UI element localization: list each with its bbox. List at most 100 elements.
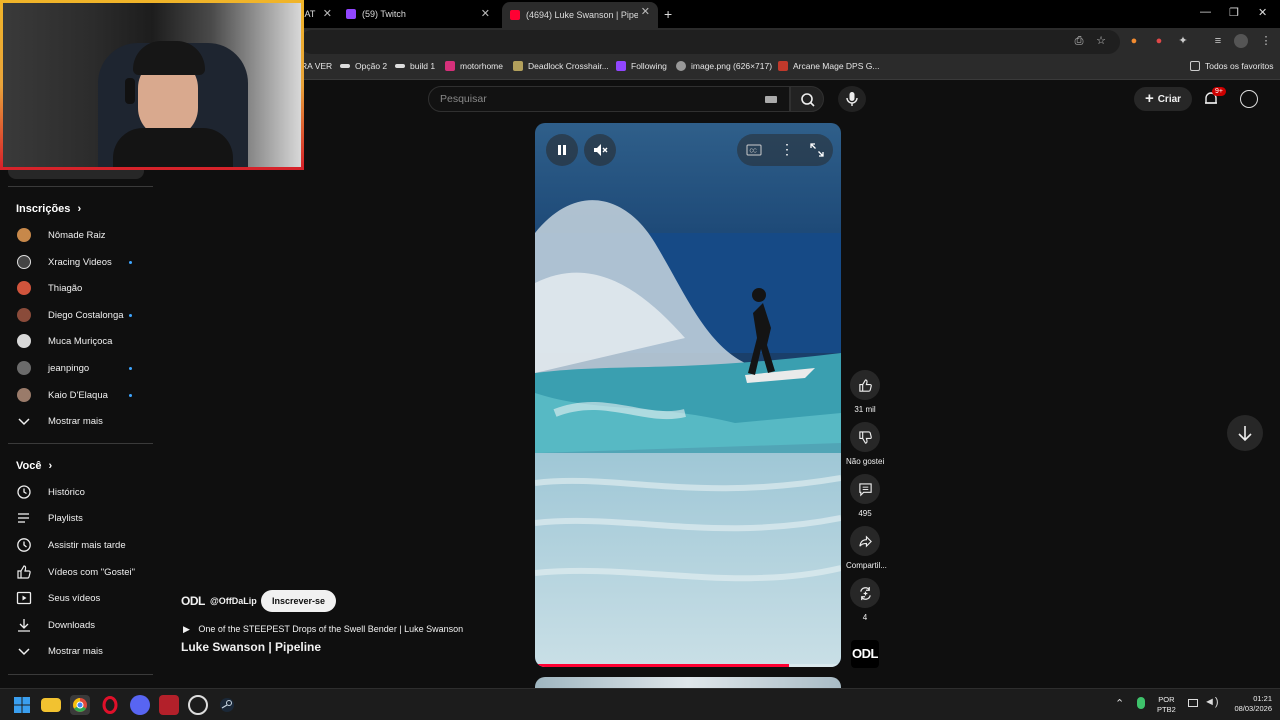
comments-action[interactable]: 495	[846, 474, 884, 518]
share-button[interactable]	[850, 526, 880, 556]
extensions-puzzle-icon[interactable]: ✦	[1176, 34, 1190, 48]
address-bar[interactable]	[300, 30, 1120, 54]
play-icon: ▶	[183, 624, 190, 634]
captions-icon[interactable]: CC	[746, 144, 762, 156]
next-short-button[interactable]	[1227, 415, 1263, 451]
remix-button[interactable]	[850, 578, 880, 608]
pause-button[interactable]	[546, 134, 578, 166]
sidebar-item-subscription[interactable]: Nômade Raiz	[0, 222, 154, 248]
windows-start-icon[interactable]	[12, 695, 32, 715]
search-input[interactable]: Pesquisar	[428, 86, 790, 112]
twitch-icon	[346, 9, 356, 19]
chrome-icon[interactable]	[70, 695, 90, 715]
bookmark-favicon	[340, 64, 350, 68]
chevron-right-icon: ›	[77, 203, 82, 215]
bookmark-item[interactable]: Following	[616, 61, 667, 71]
sidebar-item-watch-later[interactable]: Assistir mais tarde	[0, 532, 154, 558]
search-button[interactable]	[790, 86, 824, 112]
display-tray-icon[interactable]	[1188, 699, 1198, 707]
tray-expand-icon[interactable]: ⌃	[1115, 697, 1124, 710]
keyboard-icon[interactable]	[765, 96, 777, 103]
obs-icon[interactable]	[188, 695, 208, 715]
bookmark-item[interactable]: Opção 2	[340, 61, 387, 71]
sidebar-item-subscription[interactable]: Diego Costalonga	[0, 302, 154, 328]
bookmark-item[interactable]: Deadlock Crosshair...	[513, 61, 609, 71]
microphone-tray-icon[interactable]	[1137, 697, 1145, 709]
tab-twitch[interactable]: (59) Twitch ✕	[346, 4, 498, 24]
voice-search-button[interactable]	[838, 86, 866, 112]
you-heading[interactable]: Você ›	[16, 460, 52, 472]
notifications-button[interactable]: 9+	[1202, 87, 1226, 108]
related-video-link[interactable]: ▶ One of the STEEPEST Drops of the Swell…	[183, 619, 483, 637]
sidebar-item-your-videos[interactable]: Seus vídeos	[0, 585, 154, 611]
sidebar-item-playlists[interactable]: Playlists	[0, 505, 154, 531]
sidebar-partial-item[interactable]	[8, 170, 144, 179]
globe-icon	[676, 61, 686, 71]
opera-icon[interactable]	[100, 695, 120, 715]
file-explorer-icon[interactable]	[41, 698, 61, 712]
bookmark-favicon	[395, 64, 405, 68]
bookmark-item[interactable]: image.png (626×717)	[676, 61, 772, 71]
all-bookmarks[interactable]: Todos os favoritos	[1190, 61, 1274, 71]
mute-button[interactable]	[584, 134, 616, 166]
close-window-button[interactable]: ✕	[1258, 6, 1267, 19]
discord-icon[interactable]	[130, 695, 150, 715]
share-action[interactable]: Compartil...	[846, 526, 887, 570]
show-more-you[interactable]: Mostrar mais	[0, 638, 154, 664]
account-avatar[interactable]	[1240, 90, 1258, 108]
language-indicator[interactable]: POR PTB2	[1157, 695, 1176, 715]
dislike-button[interactable]	[850, 422, 880, 452]
install-app-icon[interactable]: ⎙	[1072, 34, 1086, 48]
extension-red-icon[interactable]: ●	[1152, 34, 1166, 48]
like-button[interactable]	[850, 370, 880, 400]
bookmark-item[interactable]: Arcane Mage DPS G...	[778, 61, 879, 71]
sidebar-item-subscription[interactable]: Kaio D'Elaqua	[0, 382, 154, 408]
remix-action[interactable]: 4	[846, 578, 884, 622]
download-icon	[18, 619, 30, 632]
channel-logo-small[interactable]: ODL	[181, 594, 205, 608]
sidebar-item-history[interactable]: Histórico	[0, 479, 154, 505]
tab-youtube[interactable]: (4694) Luke Swanson | Pipeline ✕	[502, 2, 658, 28]
dislike-action[interactable]: Não gostei	[846, 422, 884, 466]
bookmark-star-icon[interactable]: ☆	[1094, 34, 1108, 48]
create-button[interactable]: + Criar	[1134, 87, 1192, 111]
sidebar-item-downloads[interactable]: Downloads	[0, 612, 154, 638]
sidebar-item-subscription[interactable]: Muca Muriçoca	[0, 328, 154, 354]
sidebar-item-subscription[interactable]: jeanpingo	[0, 355, 154, 381]
channel-logo[interactable]: ODL	[851, 640, 879, 668]
extension-fox-icon[interactable]: ●	[1127, 34, 1141, 48]
fullscreen-icon[interactable]	[810, 143, 824, 157]
volume-icon[interactable]: ◄)	[1204, 696, 1219, 708]
channel-avatar	[17, 281, 31, 295]
steam-icon[interactable]	[217, 695, 237, 715]
progress-bar[interactable]	[535, 664, 841, 667]
comments-button[interactable]	[850, 474, 880, 504]
subscriptions-heading[interactable]: Inscrições ›	[16, 203, 81, 215]
app-red-icon[interactable]	[159, 695, 179, 715]
show-more-subscriptions[interactable]: Mostrar mais	[0, 408, 154, 434]
maximize-button[interactable]: ❐	[1229, 6, 1239, 19]
bookmark-item[interactable]: motorhome	[445, 61, 503, 71]
sidebar-item-liked-videos[interactable]: Vídeos com "Gostei"	[0, 559, 154, 585]
player-controls-group: CC ⋮	[737, 134, 833, 166]
tab-cat[interactable]: CAT ✕	[298, 4, 338, 24]
bookmark-item[interactable]: RA VER	[301, 61, 332, 71]
close-tab-icon[interactable]: ✕	[481, 7, 490, 20]
channel-handle[interactable]: @OffDaLip	[210, 596, 257, 606]
media-control-icon[interactable]: ≡	[1211, 34, 1225, 48]
close-tab-icon[interactable]: ✕	[323, 7, 332, 20]
bookmark-item[interactable]: build 1	[395, 61, 435, 71]
minimize-button[interactable]: —	[1200, 6, 1211, 18]
close-tab-icon[interactable]: ✕	[641, 5, 650, 18]
like-action[interactable]: 31 mil	[846, 370, 884, 414]
clock[interactable]: 01:21 08/03/2026	[1222, 694, 1272, 714]
sidebar-item-subscription[interactable]: Xracing Videos	[0, 249, 154, 275]
shorts-player[interactable]: CC ⋮	[535, 123, 841, 667]
sidebar-item-subscription[interactable]: Thiagão	[0, 275, 154, 301]
new-tab-button[interactable]: +	[664, 4, 672, 24]
profile-avatar[interactable]	[1234, 34, 1248, 48]
chrome-menu-icon[interactable]: ⋮	[1259, 34, 1273, 48]
channel-row: ODL @OffDaLip Inscrever-se	[181, 590, 481, 614]
more-options-icon[interactable]: ⋮	[780, 141, 794, 158]
subscribe-button[interactable]: Inscrever-se	[261, 590, 337, 612]
